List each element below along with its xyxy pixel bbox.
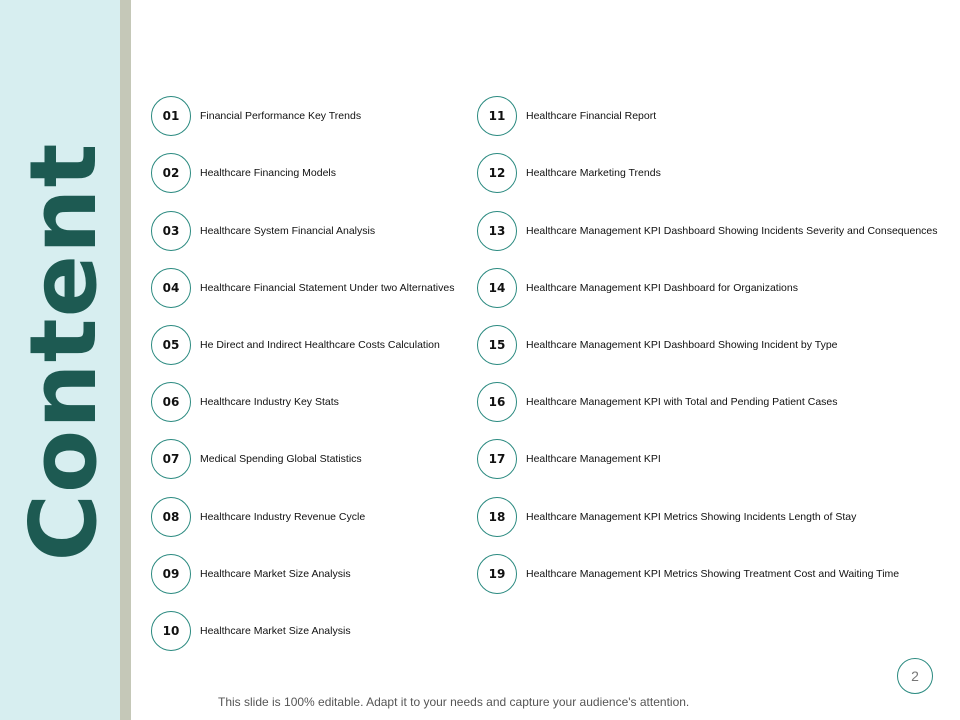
item-number: 03 (151, 211, 191, 251)
item-number: 05 (151, 325, 191, 365)
item-number: 17 (477, 439, 517, 479)
toc-item: 07 Medical Spending Global Statistics (151, 438, 362, 480)
toc-item: 11 Healthcare Financial Report (477, 95, 656, 137)
item-number: 09 (151, 554, 191, 594)
item-number: 01 (151, 96, 191, 136)
toc-item: 16 Healthcare Management KPI with Total … (477, 381, 838, 423)
toc-item: 17 Healthcare Management KPI (477, 438, 661, 480)
item-number: 08 (151, 497, 191, 537)
toc-item: 10 Healthcare Market Size Analysis (151, 610, 351, 652)
item-label: Healthcare Industry Key Stats (200, 396, 339, 408)
item-label: Medical Spending Global Statistics (200, 453, 362, 465)
toc-item: 13 Healthcare Management KPI Dashboard S… (477, 210, 938, 252)
toc-item: 19 Healthcare Management KPI Metrics Sho… (477, 553, 899, 595)
toc-item: 14 Healthcare Management KPI Dashboard f… (477, 267, 798, 309)
item-label: Healthcare System Financial Analysis (200, 225, 376, 237)
item-label: Healthcare Market Size Analysis (200, 625, 351, 637)
item-label: Financial Performance Key Trends (200, 110, 362, 122)
item-number: 04 (151, 268, 191, 308)
item-number: 13 (477, 211, 517, 251)
item-number: 07 (151, 439, 191, 479)
item-label: Healthcare Management KPI (526, 453, 661, 465)
item-label: Healthcare Market Size Analysis (200, 568, 351, 580)
footer-note: This slide is 100% editable. Adapt it to… (218, 695, 690, 709)
item-label: Healthcare Management KPI Dashboard for … (526, 282, 798, 294)
item-number: 02 (151, 153, 191, 193)
toc-item: 05 He Direct and Indirect Healthcare Cos… (151, 324, 440, 366)
toc-item: 03 Healthcare System Financial Analysis (151, 210, 375, 252)
item-label: Healthcare Industry Revenue Cycle (200, 511, 366, 523)
item-label: Healthcare Management KPI Metrics Showin… (526, 511, 857, 523)
slide-title: Content (10, 142, 117, 562)
item-number: 06 (151, 382, 191, 422)
item-label: He Direct and Indirect Healthcare Costs … (200, 339, 440, 351)
item-label: Healthcare Management KPI Dashboard Show… (526, 339, 838, 351)
item-number: 19 (477, 554, 517, 594)
item-label: Healthcare Financial Statement Under two… (200, 282, 455, 294)
toc-item: 06 Healthcare Industry Key Stats (151, 381, 339, 423)
toc-item: 09 Healthcare Market Size Analysis (151, 553, 351, 595)
item-label: Healthcare Financial Report (526, 110, 657, 122)
toc-item: 15 Healthcare Management KPI Dashboard S… (477, 324, 838, 366)
item-label: Healthcare Management KPI with Total and… (526, 396, 838, 408)
item-number: 15 (477, 325, 517, 365)
toc-item: 04 Healthcare Financial Statement Under … (151, 267, 454, 309)
item-number: 10 (151, 611, 191, 651)
item-number: 11 (477, 96, 517, 136)
toc-item: 02 Healthcare Financing Models (151, 152, 336, 194)
toc-item: 01 Financial Performance Key Trends (151, 95, 361, 137)
item-label: Healthcare Marketing Trends (526, 167, 661, 179)
side-stripe (120, 0, 131, 720)
item-number: 12 (477, 153, 517, 193)
item-label: Healthcare Management KPI Metrics Showin… (526, 568, 900, 580)
item-number: 18 (477, 497, 517, 537)
toc-item: 12 Healthcare Marketing Trends (477, 152, 661, 194)
item-number: 14 (477, 268, 517, 308)
item-label: Healthcare Management KPI Dashboard Show… (526, 225, 938, 237)
item-number: 16 (477, 382, 517, 422)
page-number: 2 (897, 658, 933, 694)
toc-item: 18 Healthcare Management KPI Metrics Sho… (477, 496, 856, 538)
item-label: Healthcare Financing Models (200, 167, 336, 179)
toc-item: 08 Healthcare Industry Revenue Cycle (151, 496, 365, 538)
